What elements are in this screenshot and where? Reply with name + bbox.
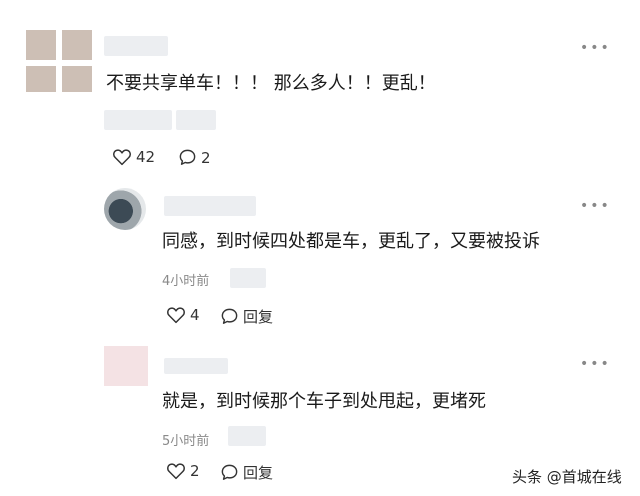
reply-button[interactable]: 回复: [220, 462, 273, 483]
reply-time: 4小时前: [162, 274, 210, 289]
comment-text: 不要共享单车！！！ 那么多人！！更乱！: [106, 73, 436, 94]
avatar[interactable]: [104, 188, 146, 230]
comment-bubble-icon: [179, 149, 196, 165]
reply-text: 就是，到时候那个车子到处甩起，更堵死: [162, 391, 486, 412]
meta-blurred: [176, 110, 216, 130]
username-blurred[interactable]: [104, 36, 168, 56]
reply-text: 同感，到时候四处都是车，更乱了，又要被投诉: [162, 231, 540, 252]
reply-time: 5小时前: [162, 434, 210, 449]
comment-bubble-icon: [221, 308, 238, 324]
reply-label: 回复: [243, 308, 274, 326]
more-options-icon[interactable]: •••: [580, 356, 611, 372]
username-blurred[interactable]: [164, 358, 228, 374]
like-count: 42: [136, 148, 156, 166]
meta-blurred: [230, 268, 266, 288]
reply-button[interactable]: 回复: [220, 306, 273, 327]
like-button[interactable]: 4: [166, 306, 200, 324]
avatar[interactable]: [26, 30, 92, 92]
watermark: 头条 @首城在线: [512, 468, 622, 486]
avatar[interactable]: [104, 346, 148, 386]
more-options-icon[interactable]: •••: [580, 198, 611, 214]
like-count: 4: [190, 306, 200, 324]
like-button[interactable]: 42: [112, 148, 155, 166]
username-blurred[interactable]: [164, 196, 256, 216]
like-button[interactable]: 2: [166, 462, 200, 480]
reply-count-button[interactable]: 2: [178, 148, 211, 167]
reply-count: 2: [201, 148, 211, 167]
like-count: 2: [190, 462, 200, 480]
reply-label: 回复: [243, 464, 274, 482]
heart-icon: [167, 463, 185, 480]
timestamp-blurred: [104, 110, 172, 130]
heart-icon: [167, 307, 185, 324]
heart-icon: [113, 149, 131, 166]
meta-blurred: [228, 426, 266, 446]
comment-bubble-icon: [221, 464, 238, 480]
more-options-icon[interactable]: •••: [580, 40, 611, 56]
